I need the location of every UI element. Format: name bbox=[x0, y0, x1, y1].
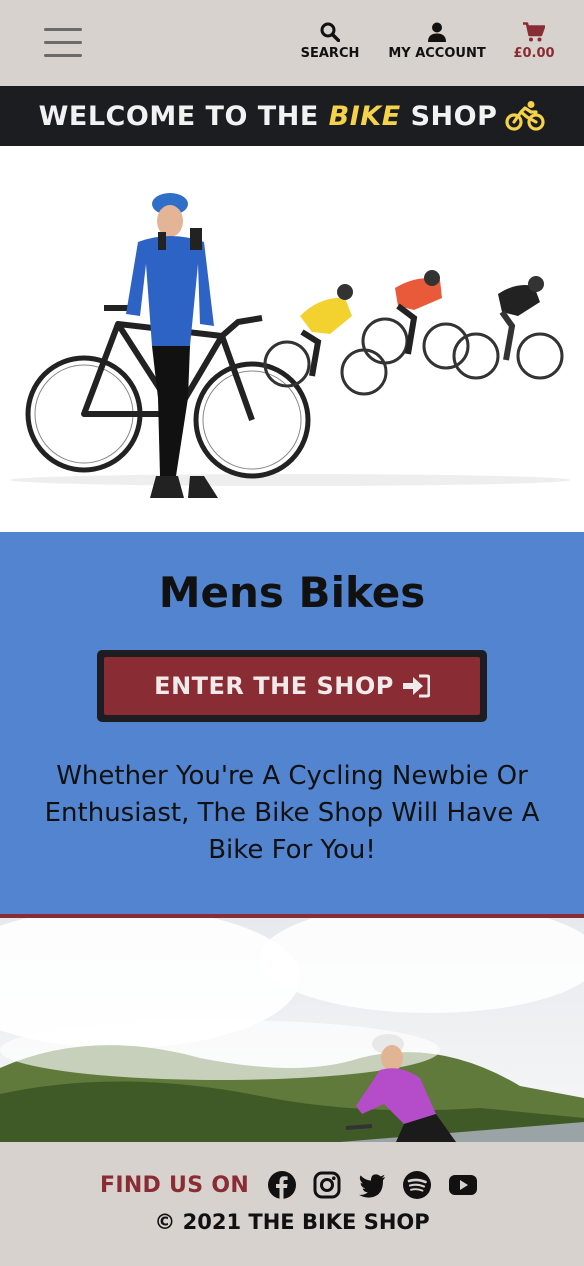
cart-total: £0.00 bbox=[513, 46, 555, 61]
hero-image bbox=[0, 146, 584, 532]
section-title: Mens Bikes bbox=[158, 568, 426, 617]
scenery-image bbox=[0, 918, 584, 1142]
footer: FIND US ON © 2021 THE BIKE SHOP bbox=[0, 1142, 584, 1266]
welcome-suffix: SHOP bbox=[400, 100, 498, 132]
welcome-prefix: WELCOME TO THE bbox=[38, 100, 329, 132]
cyclist-yellow bbox=[300, 297, 352, 334]
search-button[interactable]: SEARCH bbox=[296, 22, 364, 61]
copyright-text: © 2021 THE BIKE SHOP bbox=[154, 1210, 430, 1234]
spotify-icon[interactable] bbox=[402, 1170, 432, 1200]
user-icon bbox=[428, 22, 446, 42]
welcome-accent: BIKE bbox=[328, 100, 401, 132]
welcome-banner: WELCOME TO THE BIKE SHOP bbox=[0, 86, 584, 146]
facebook-icon[interactable] bbox=[267, 1170, 297, 1200]
enter-shop-button-face[interactable]: ENTER THE SHOP bbox=[104, 657, 480, 715]
enter-shop-button[interactable]: ENTER THE SHOP bbox=[97, 650, 487, 722]
enter-shop-label: ENTER THE SHOP bbox=[154, 672, 394, 700]
shopping-cart-icon bbox=[523, 22, 545, 42]
cyclist-icon bbox=[505, 101, 545, 131]
search-icon bbox=[320, 22, 340, 42]
sign-in-arrow-icon bbox=[402, 674, 430, 698]
my-account-label: MY ACCOUNT bbox=[388, 46, 486, 61]
search-label: SEARCH bbox=[300, 46, 360, 61]
welcome-heading: WELCOME TO THE BIKE SHOP bbox=[39, 101, 498, 132]
promo-tagline: Whether You're A Cycling Newbie Or Enthu… bbox=[44, 761, 540, 865]
hamburger-menu-icon[interactable] bbox=[44, 26, 84, 60]
my-account-button[interactable]: MY ACCOUNT bbox=[386, 22, 488, 61]
instagram-icon[interactable] bbox=[312, 1170, 342, 1200]
top-navigation: SEARCH MY ACCOUNT £0.00 bbox=[0, 0, 584, 86]
social-links: FIND US ON bbox=[100, 1168, 494, 1202]
youtube-icon[interactable] bbox=[447, 1170, 479, 1200]
twitter-icon[interactable] bbox=[357, 1170, 387, 1200]
find-us-label: FIND US ON bbox=[100, 1172, 250, 1198]
cart-button[interactable]: £0.00 bbox=[506, 22, 562, 61]
mens-bikes-panel: Mens Bikes ENTER THE SHOP Whether You're… bbox=[0, 532, 584, 916]
